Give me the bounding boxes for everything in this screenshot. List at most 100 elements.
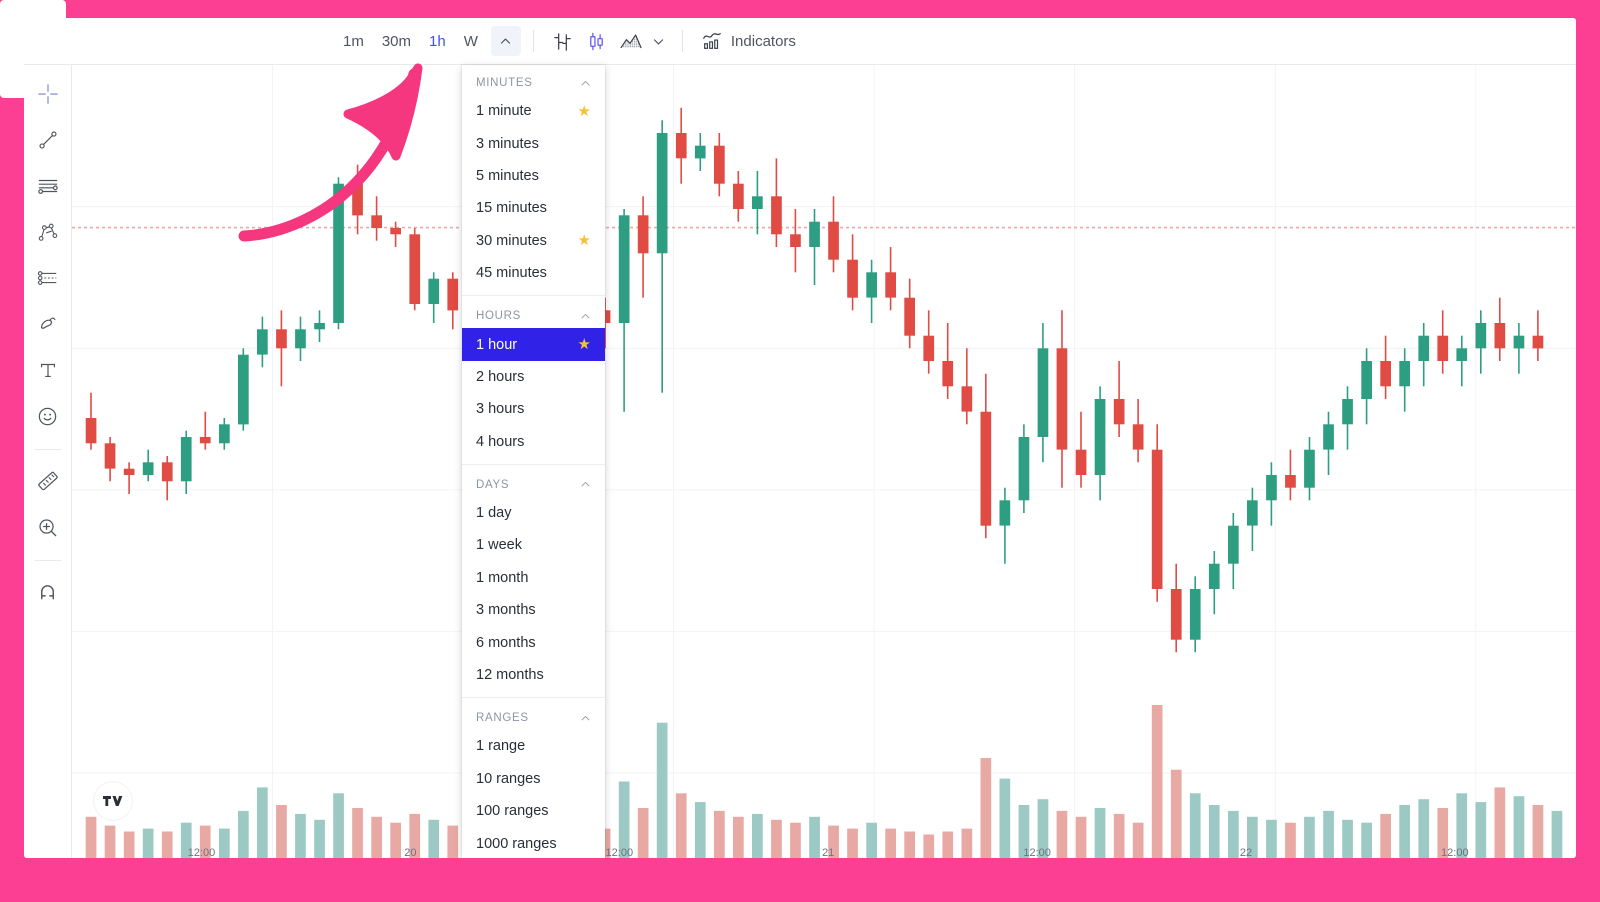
- magnet-icon[interactable]: [29, 573, 67, 611]
- volume-bar: [942, 831, 954, 858]
- x-axis-label: 20: [404, 847, 416, 858]
- tf-option-3-hours[interactable]: 3 hours: [462, 393, 605, 425]
- pitchfork-icon[interactable]: [29, 213, 67, 251]
- tf-option-label: 1 week: [476, 537, 522, 554]
- area-chart-icon[interactable]: [614, 26, 648, 56]
- volume-bar: [447, 825, 459, 858]
- zoom-in-icon[interactable]: [29, 508, 67, 546]
- tf-option-1000-ranges[interactable]: 1000 ranges: [462, 827, 605, 858]
- candle-body: [1113, 399, 1125, 425]
- volume-bar: [219, 828, 230, 858]
- volume-bar: [694, 802, 706, 858]
- volume-bar: [809, 816, 820, 858]
- tf-group-header-ranges[interactable]: RANGES: [462, 697, 605, 730]
- crosshair-icon[interactable]: [29, 75, 67, 113]
- price-chart[interactable]: 12:00 20 12:00 21 12:00 22 12:00: [72, 65, 1576, 858]
- candle-body: [1475, 323, 1487, 349]
- chart-type-chevron-down-icon[interactable]: [648, 26, 670, 56]
- tf-option-3-months[interactable]: 3 months: [462, 594, 605, 626]
- tf-group-title: HOURS: [476, 310, 522, 323]
- x-axis-label: 12:00: [1023, 847, 1051, 858]
- tf-option-label: 100 ranges: [476, 803, 549, 820]
- candle-body: [942, 361, 954, 387]
- volume-bar: [980, 758, 992, 858]
- candle-body: [1247, 500, 1258, 526]
- tf-option-label: 5 minutes: [476, 167, 539, 184]
- tf-option-1-week[interactable]: 1 week: [462, 529, 605, 561]
- tf-group-header-days[interactable]: DAYS: [462, 463, 605, 497]
- candle-body: [1170, 589, 1182, 640]
- bars-chart-icon[interactable]: [546, 26, 580, 56]
- favorite-star-icon[interactable]: ★: [578, 337, 591, 352]
- volume-bar: [637, 808, 649, 858]
- candles-chart-icon[interactable]: [580, 26, 614, 56]
- tf-group-title: DAYS: [476, 478, 510, 491]
- candle-body: [1075, 449, 1087, 475]
- candle-body: [1342, 399, 1353, 425]
- candle-body: [295, 329, 306, 349]
- indicators-button[interactable]: Indicators: [695, 26, 802, 56]
- candle-body: [1228, 525, 1239, 564]
- tf-option-15-minutes[interactable]: 15 minutes: [462, 192, 605, 224]
- x-axis-label: 22: [1240, 847, 1252, 858]
- tf-option-label: 15 minutes: [476, 200, 547, 217]
- pattern-icon[interactable]: [29, 259, 67, 297]
- candle-body: [1361, 361, 1372, 399]
- tf-group-header-minutes[interactable]: MINUTES: [462, 65, 605, 95]
- timeframe-w[interactable]: W: [455, 26, 487, 56]
- volume-bar: [1304, 816, 1315, 858]
- candle-body: [1094, 399, 1106, 475]
- tf-option-1-hour[interactable]: 1 hour ★: [462, 328, 605, 361]
- candle-body: [980, 411, 992, 526]
- volume-bar: [1494, 787, 1506, 858]
- candle-body: [428, 278, 440, 304]
- tf-option-5-minutes[interactable]: 5 minutes: [462, 160, 605, 192]
- tf-option-3-minutes[interactable]: 3 minutes: [462, 127, 605, 159]
- tf-option-1-minute[interactable]: 1 minute ★: [462, 95, 605, 127]
- brush-icon[interactable]: [29, 305, 67, 343]
- tf-option-6-months[interactable]: 6 months: [462, 626, 605, 658]
- volume-bar: [733, 816, 744, 858]
- tradingview-logo-icon[interactable]: [94, 782, 132, 820]
- tf-option-30-minutes[interactable]: 30 minutes ★: [462, 225, 605, 257]
- timeframe-30m[interactable]: 30m: [373, 26, 420, 56]
- tf-option-10-ranges[interactable]: 10 ranges: [462, 763, 605, 795]
- tf-option-1-range[interactable]: 1 range: [462, 730, 605, 762]
- tf-option-45-minutes[interactable]: 45 minutes: [462, 257, 605, 289]
- candle-body: [199, 437, 211, 444]
- volume-bar: [1094, 808, 1106, 858]
- volume-bar: [1228, 810, 1239, 858]
- candle-body: [1037, 348, 1049, 437]
- volume-bar: [1285, 822, 1296, 858]
- timeframe-dropdown-menu[interactable]: MINUTES 1 minute ★ 3 minutes 5 minutes 15 min…: [462, 65, 605, 858]
- candle-body: [733, 183, 744, 209]
- candle-body: [1208, 563, 1220, 589]
- trend-line-icon[interactable]: [29, 121, 67, 159]
- candle-body: [961, 386, 973, 412]
- text-tool-icon[interactable]: [29, 351, 67, 389]
- candle-body: [85, 418, 97, 444]
- timeframe-1m[interactable]: 1m: [334, 26, 373, 56]
- emoji-icon[interactable]: [29, 397, 67, 435]
- volume-bar: [675, 793, 687, 858]
- candle-body: [123, 468, 135, 475]
- tf-option-2-hours[interactable]: 2 hours: [462, 361, 605, 393]
- tf-option-100-ranges[interactable]: 100 ranges: [462, 795, 605, 827]
- favorite-star-icon[interactable]: ★: [578, 233, 591, 248]
- toolbar-divider-2: [681, 30, 683, 52]
- tf-option-label: 1 day: [476, 505, 512, 522]
- timeframe-1h[interactable]: 1h: [420, 26, 455, 56]
- tf-option-label: 45 minutes: [476, 265, 547, 282]
- measure-ruler-icon[interactable]: [29, 462, 67, 500]
- tf-group-header-hours[interactable]: HOURS: [462, 295, 605, 328]
- tf-option-1-day[interactable]: 1 day: [462, 497, 605, 529]
- tf-option-12-months[interactable]: 12 months: [462, 659, 605, 691]
- tf-option-4-hours[interactable]: 4 hours: [462, 426, 605, 458]
- timeframe-expand-caret[interactable]: [490, 26, 521, 56]
- fib-retracement-icon[interactable]: [29, 167, 67, 205]
- volume-bar: [142, 828, 154, 858]
- chevron-up-icon: [581, 313, 590, 319]
- favorite-star-icon[interactable]: ★: [578, 104, 591, 119]
- candle-body: [618, 215, 630, 323]
- tf-option-1-month[interactable]: 1 month: [462, 562, 605, 594]
